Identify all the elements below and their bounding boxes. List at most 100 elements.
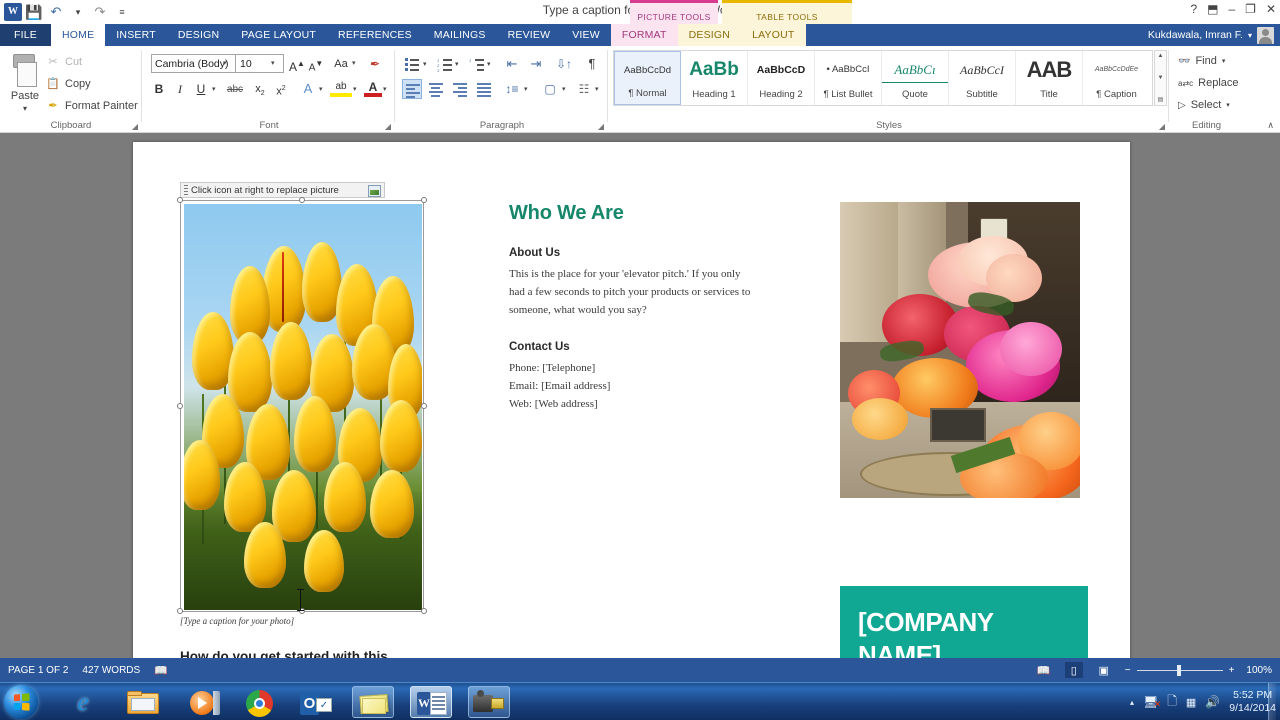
taskbar-screen-recorder[interactable] [468,686,510,718]
scroll-down-icon[interactable]: ▼ [1158,75,1164,81]
style-heading-2[interactable]: AaBbCcD Heading 2 [748,51,815,105]
proofing-icon[interactable]: 📖 [154,664,168,677]
page-indicator[interactable]: PAGE 1 OF 2 [8,665,68,676]
selection-handle-se[interactable] [421,608,427,614]
tab-design[interactable]: DESIGN [167,24,230,46]
move-grip-icon[interactable] [184,185,188,196]
tab-table-layout[interactable]: LAYOUT [741,24,805,46]
web-layout-icon[interactable]: ▣ [1095,662,1113,678]
taskbar-sticky-notes[interactable] [352,686,394,718]
document-canvas[interactable]: Click icon at right to replace picture [0,133,1280,658]
sort-icon[interactable]: ⇩↑ [554,54,574,74]
paste-button-label[interactable]: Paste [4,90,46,102]
zoom-track[interactable] [1137,670,1223,671]
underline-button[interactable]: U [192,79,210,99]
numbering-dropdown-icon[interactable]: ▾ [455,60,459,68]
tab-insert[interactable]: INSERT [105,24,167,46]
style-normal[interactable]: AaBbCcDd ¶ Normal [614,51,681,105]
zoom-level[interactable]: 100% [1246,665,1272,676]
subscript-button[interactable]: x2 [251,79,269,99]
font-color-icon[interactable]: A [364,77,382,97]
text-highlight-icon[interactable]: ab [330,77,352,97]
bullet-list-icon[interactable] [402,54,422,74]
avatar[interactable] [1257,27,1274,44]
taskbar-microsoft-word[interactable]: W [410,686,452,718]
clear-formatting-icon[interactable]: ✒ [365,54,385,74]
styles-gallery[interactable]: AaBbCcDd ¶ Normal AaBb Heading 1 AaBbCcD… [613,50,1153,106]
text-effects-dropdown-icon[interactable]: ▾ [319,85,323,93]
body-heading[interactable]: How do you get started with this templat… [180,647,440,658]
multilevel-dropdown-icon[interactable]: ▾ [487,60,491,68]
style-quote[interactable]: AaBbCı Quote [882,51,949,105]
italic-button[interactable]: I [171,79,189,99]
borders-dropdown-icon[interactable]: ▾ [595,85,599,93]
cut-button[interactable]: ✂ Cut [46,55,82,69]
ribbon-display-options-icon[interactable]: ⬒ [1207,2,1218,16]
account-dropdown-icon[interactable]: ▾ [1248,31,1252,40]
font-color-dropdown-icon[interactable]: ▾ [383,85,387,93]
selection-handle-n[interactable] [299,197,305,203]
change-case-dropdown-icon[interactable]: ▾ [352,59,356,67]
font-dialog-launcher-icon[interactable]: ◢ [385,122,391,131]
strikethrough-button[interactable]: abc [223,80,247,100]
print-layout-icon[interactable]: ▯ [1065,662,1083,678]
align-right-icon[interactable] [450,79,470,99]
device-icon[interactable]: 🗋 [1167,692,1177,713]
taskbar-microsoft-outlook[interactable]: O ✓ [296,686,338,718]
collapse-ribbon-icon[interactable]: ∧ [1267,120,1274,131]
zoom-thumb[interactable] [1177,665,1181,676]
style-heading-1[interactable]: AaBb Heading 1 [681,51,748,105]
decrease-indent-icon[interactable]: ⇤ [502,54,522,74]
bold-button[interactable]: B [150,79,168,99]
style-caption[interactable]: AaBbCcDdEe ¶ Caption [1083,51,1150,105]
format-painter-button[interactable]: ✒ Format Painter [46,99,138,113]
tab-home[interactable]: HOME [51,24,105,46]
selection-handle-sw[interactable] [177,608,183,614]
contact-details[interactable]: Phone: [Telephone] Email: [Email address… [509,359,759,413]
photo-caption[interactable]: [Type a caption for your photo] [180,616,420,626]
zoom-out-button[interactable]: − [1125,665,1131,676]
document-page[interactable]: Click icon at right to replace picture [133,142,1130,658]
tulips-picture-frame[interactable] [180,200,424,612]
style-list-bullet[interactable]: • AaBbCcI ¶ List Bullet [815,51,882,105]
font-size-input[interactable]: 10 [236,54,284,73]
styles-gallery-scroll[interactable]: ▲ ▼ ▤ [1154,50,1167,106]
line-spacing-dropdown-icon[interactable]: ▾ [524,85,528,93]
restore-button[interactable]: ❐ [1245,2,1256,16]
read-mode-icon[interactable]: 📖 [1035,662,1053,678]
show-desktop-button[interactable] [1268,683,1276,720]
align-left-icon[interactable] [402,79,422,99]
tab-file[interactable]: FILE [0,24,51,46]
borders-icon[interactable]: ☷ [574,79,594,99]
zoom-in-button[interactable]: + [1229,665,1235,676]
tab-references[interactable]: REFERENCES [327,24,423,46]
style-title[interactable]: AAB Title [1016,51,1083,105]
scroll-up-icon[interactable]: ▲ [1158,53,1164,59]
more-styles-icon[interactable]: ▤ [1158,96,1164,103]
line-spacing-icon[interactable]: ↕≡ [502,79,522,99]
minimize-button[interactable]: – [1228,2,1235,16]
company-name-box[interactable]: [COMPANY NAME] [840,586,1088,658]
clipboard-dialog-launcher-icon[interactable]: ◢ [132,122,138,131]
bullet-dropdown-icon[interactable]: ▾ [423,60,427,68]
superscript-button[interactable]: x2 [272,79,290,99]
selection-handle-nw[interactable] [177,197,183,203]
tab-table-design[interactable]: DESIGN [678,24,741,46]
selection-handle-w[interactable] [177,403,183,409]
taskbar-google-chrome[interactable] [239,686,281,718]
start-button[interactable] [4,685,38,719]
copy-button[interactable]: 📋 Copy [46,77,91,91]
account-area[interactable]: Kukdawala, Imran F. ▾ [1148,24,1274,46]
paragraph-dialog-launcher-icon[interactable]: ◢ [598,122,604,131]
zoom-slider[interactable]: − + [1125,665,1235,676]
tulips-photo[interactable] [184,204,422,610]
styles-dialog-launcher-icon[interactable]: ◢ [1159,122,1165,131]
tab-review[interactable]: REVIEW [497,24,562,46]
who-we-are-column[interactable]: Who We Are About Us This is the place fo… [509,202,759,413]
word-count[interactable]: 427 WORDS [82,665,140,676]
taskbar-file-explorer[interactable] [122,686,164,718]
flower-market-photo[interactable] [840,202,1080,498]
tab-picture-format[interactable]: FORMAT [611,24,678,46]
justify-icon[interactable] [474,79,494,99]
replace-button[interactable]: a⇄c Replace [1178,77,1239,89]
